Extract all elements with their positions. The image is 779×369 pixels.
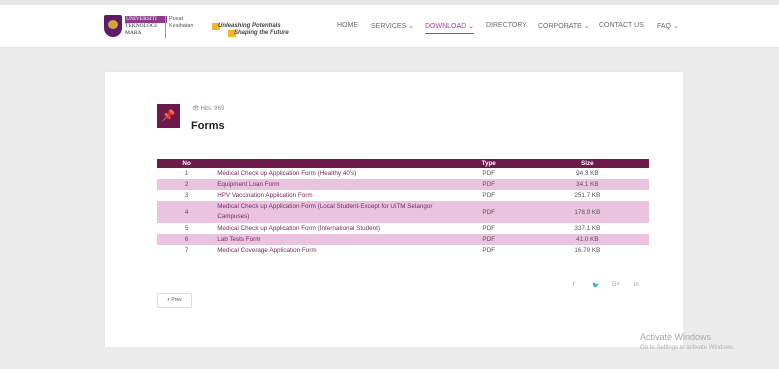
chevron-down-icon: ⌄	[468, 23, 475, 30]
table-row: 3 HPV Vaccination Application Form PDF 2…	[157, 190, 649, 201]
col-no-header[interactable]: No	[157, 159, 217, 168]
row-size: 16.79 KB	[574, 247, 601, 254]
form-link[interactable]: Medical Coverage Application Form	[216, 245, 452, 256]
chevron-down-icon: ⌄	[672, 23, 679, 30]
pin-icon: 📌	[157, 104, 180, 128]
form-link[interactable]: Medical Check up Application Form (Healt…	[216, 168, 452, 179]
col-size-header[interactable]: Size	[525, 159, 649, 168]
form-link[interactable]: Equipment Loan Form	[216, 179, 452, 190]
linkedin-icon[interactable]: in	[634, 282, 639, 288]
row-no: 7	[184, 247, 189, 254]
nav-download[interactable]: DOWNLOAD ⌄	[425, 22, 475, 34]
active-underline	[425, 33, 475, 34]
eye-icon: 👁	[192, 106, 200, 112]
uitm-logo-text[interactable]: UNIVERSITI TEKNOLOGI MARA	[125, 16, 167, 37]
prev-label: Prev	[171, 297, 182, 303]
row-size: 178.9 KB	[525, 201, 649, 223]
activate-windows-subtitle: Go to Settings to activate Windows.	[640, 345, 735, 351]
row-size: 41.0 KB	[525, 234, 649, 245]
logo-line-2: TEKNOLOGI	[125, 23, 157, 29]
row-size: 337.1 KB	[574, 225, 601, 232]
tagline-line-1: Unleashing Potentials	[212, 23, 289, 30]
hits-counter: 👁Hits: 969	[192, 105, 224, 112]
pusat-line-1: Pusat	[169, 16, 184, 22]
table-row: 2 Equipment Loan Form PDF 34.1 KB	[157, 179, 649, 190]
nav-home[interactable]: HOME	[337, 22, 358, 29]
col-type-header[interactable]: Type	[451, 159, 526, 168]
row-size: 94.3 KB	[576, 170, 599, 177]
form-link[interactable]: Medical Check up Application Form (Inter…	[216, 223, 452, 234]
table-row: 7 Medical Coverage Application Form PDF …	[157, 245, 649, 256]
row-no: 5	[184, 225, 189, 232]
row-type: PDF	[451, 234, 526, 245]
row-no: 1	[184, 170, 189, 177]
pusat-kesihatan-label: Pusat Kesihatan	[169, 16, 193, 30]
nav-faq[interactable]: FAQ ⌄	[657, 22, 679, 30]
chevron-left-icon: ‹	[167, 297, 170, 303]
logo-divider	[165, 16, 166, 38]
table-header-row: No Type Size	[157, 159, 649, 168]
chevron-down-icon: ⌄	[408, 23, 415, 30]
table-row: 1 Medical Check up Application Form (Hea…	[157, 168, 649, 179]
row-size: 251.7 KB	[574, 192, 601, 199]
google-plus-icon[interactable]: G+	[612, 282, 620, 288]
twitter-icon[interactable]: 🐦	[592, 282, 599, 289]
row-no: 4	[157, 201, 217, 223]
table-row: 4 Medical Check up Application Form (Loc…	[157, 201, 649, 223]
row-type: PDF	[482, 192, 495, 199]
facebook-icon[interactable]: f	[573, 282, 575, 288]
row-no: 6	[157, 234, 217, 245]
nav-services-label: SERVICES	[371, 23, 407, 30]
page-title: Forms	[191, 120, 225, 132]
pusat-line-2: Kesihatan	[169, 23, 194, 29]
row-no: 3	[184, 192, 189, 199]
logo-line-3: MARA	[125, 30, 142, 36]
row-type: PDF	[482, 225, 495, 232]
chevron-down-icon: ⌄	[583, 23, 590, 30]
tagline-line-2: Shaping the Future	[212, 30, 289, 37]
table-row: 5 Medical Check up Application Form (Int…	[157, 223, 649, 234]
row-no: 2	[157, 179, 217, 190]
row-size: 34.1 KB	[525, 179, 649, 190]
nav-download-label: DOWNLOAD	[425, 23, 467, 30]
uitm-crest-icon[interactable]	[104, 15, 122, 37]
nav-corporate[interactable]: CORPORATE ⌄	[538, 22, 590, 30]
forms-table: No Type Size 1 Medical Check up Applicat…	[157, 159, 649, 256]
hits-text: Hits: 969	[200, 106, 225, 112]
activate-windows-title: Activate Windows	[640, 332, 712, 342]
col-name-header[interactable]	[216, 159, 452, 168]
nav-corporate-label: CORPORATE	[538, 23, 582, 30]
logo-line-1: UNIVERSITI	[125, 16, 167, 23]
prev-button[interactable]: ‹ Prev	[157, 293, 192, 308]
row-type: PDF	[482, 170, 495, 177]
nav-services[interactable]: SERVICES ⌄	[371, 22, 414, 30]
form-link[interactable]: Medical Check up Application Form (Local…	[216, 201, 452, 223]
nav-faq-label: FAQ	[657, 23, 672, 30]
tagline: Unleashing Potentials Shaping the Future	[212, 23, 289, 37]
row-type: PDF	[482, 247, 495, 254]
nav-contact-us[interactable]: CONTACT US	[599, 22, 644, 29]
row-type: PDF	[451, 201, 526, 223]
nav-directory[interactable]: DIRECTORY	[486, 22, 527, 29]
table-row: 6 Lab Tests Form PDF 41.0 KB	[157, 234, 649, 245]
form-link[interactable]: HPV Vaccination Application Form	[216, 190, 452, 201]
row-type: PDF	[451, 179, 526, 190]
form-link[interactable]: Lab Tests Form	[216, 234, 452, 245]
